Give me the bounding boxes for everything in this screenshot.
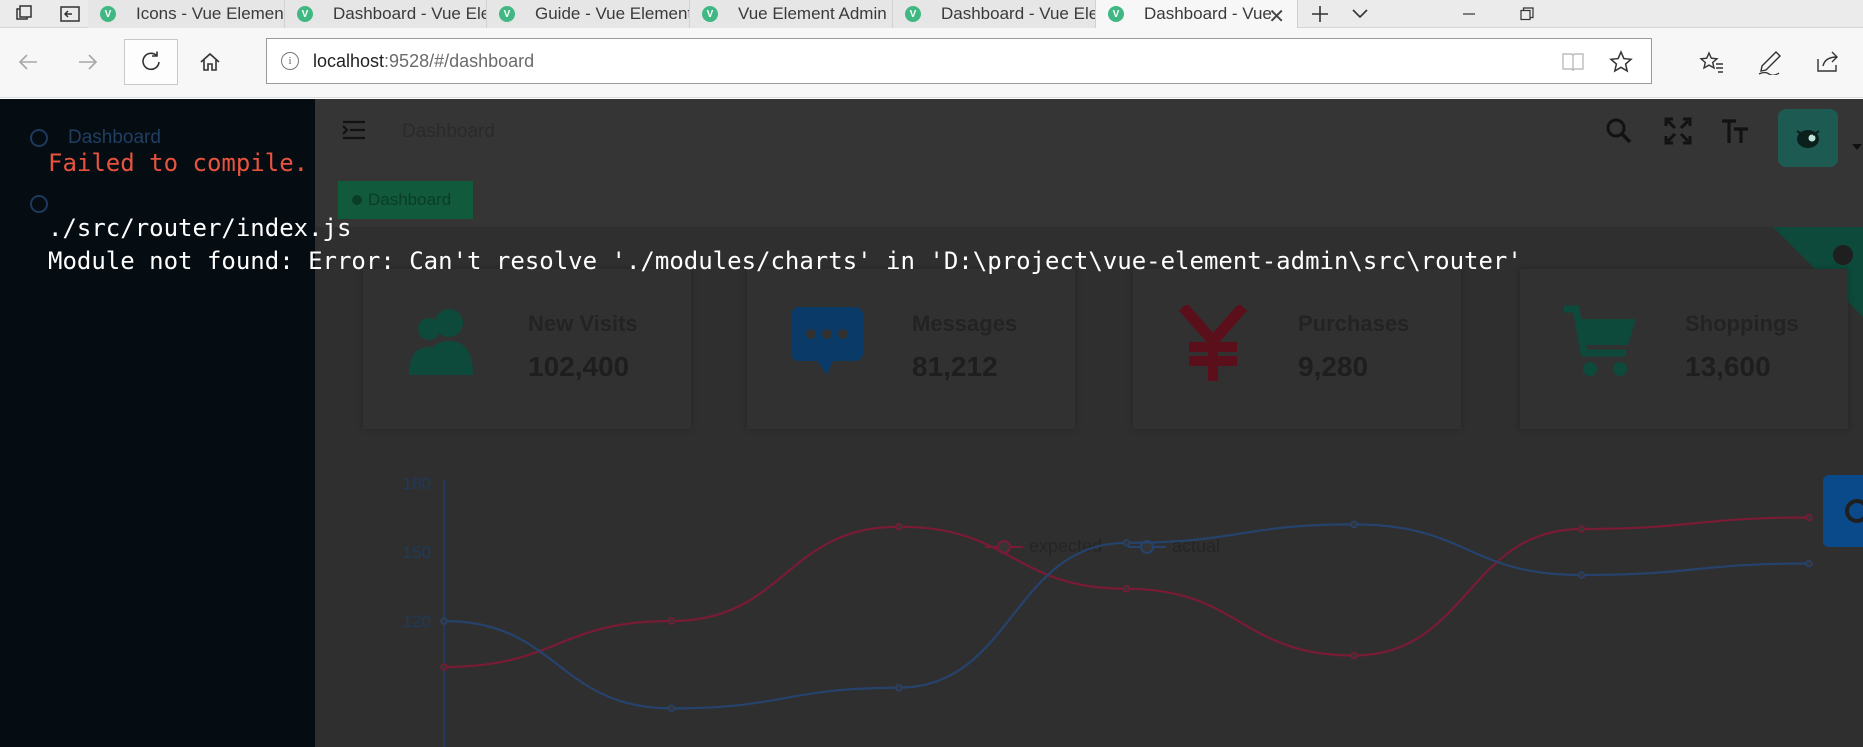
- data-point-actual: [1122, 539, 1131, 547]
- data-point-actual: [440, 617, 448, 625]
- data-point-expected: [667, 617, 676, 625]
- data-point-actual: [667, 704, 676, 713]
- address-bar-row: i localhost:9528/#/dashboard: [0, 28, 1863, 98]
- vue-logo-icon: V: [702, 6, 718, 22]
- data-point-expected: [1805, 513, 1813, 522]
- line-chart: 180 150 120: [403, 474, 1813, 747]
- data-point-expected: [1350, 651, 1358, 660]
- reading-view-icon[interactable]: [1561, 51, 1585, 78]
- y-tick-label: 120: [403, 612, 431, 631]
- data-point-actual: [1805, 559, 1813, 568]
- data-point-actual: [1577, 571, 1586, 579]
- home-icon[interactable]: [188, 42, 232, 82]
- vue-logo-icon: V: [499, 6, 515, 22]
- browser-tab-active[interactable]: V Dashboard - Vue ✕: [1096, 0, 1298, 28]
- minimize-icon[interactable]: [1440, 0, 1498, 28]
- data-point-actual: [1350, 520, 1358, 529]
- browser-tab-5[interactable]: V Dashboard - Vue Ele: [893, 0, 1096, 28]
- tab-title: Dashboard - Vue Ele: [333, 4, 486, 23]
- pen-notes-icon[interactable]: [1748, 42, 1792, 82]
- data-point-expected: [1122, 585, 1131, 593]
- tab-title: Vue Element Admin: [738, 4, 887, 23]
- url-text[interactable]: localhost:9528/#/dashboard: [313, 51, 534, 72]
- tab-title: Guide - Vue Element: [535, 4, 689, 23]
- vue-logo-icon: V: [905, 6, 921, 22]
- tab-title: Icons - Vue Element: [136, 4, 284, 23]
- url-host: localhost: [313, 50, 385, 71]
- tab-title: Dashboard - Vue: [1144, 4, 1272, 23]
- set-aside-tabs-icon[interactable]: [52, 0, 88, 28]
- vue-logo-icon: V: [297, 6, 313, 22]
- tab-strip: V Icons - Vue Element V Dashboard - Vue …: [0, 0, 1863, 28]
- new-tab-icon[interactable]: [1302, 0, 1338, 28]
- tab-list-chevron-icon[interactable]: [1342, 0, 1378, 28]
- favorite-star-icon[interactable]: [1609, 50, 1633, 79]
- close-tab-icon[interactable]: ✕: [1268, 4, 1285, 28]
- tab-title: Dashboard - Vue Ele: [941, 4, 1095, 23]
- vue-logo-icon: V: [1108, 6, 1124, 22]
- y-tick-label: 150: [403, 543, 431, 562]
- share-icon[interactable]: [1806, 42, 1850, 82]
- url-path: :9528/#/dashboard: [384, 50, 535, 71]
- data-point-expected: [895, 522, 903, 531]
- browser-tab-1[interactable]: V Icons - Vue Element: [88, 0, 285, 28]
- dashboard-page: Dashboard Dashboard Dashboard New Visits…: [0, 99, 1863, 747]
- browser-tab-3[interactable]: V Guide - Vue Element: [487, 0, 690, 28]
- browser-tab-2[interactable]: V Dashboard - Vue Ele: [285, 0, 487, 28]
- restore-icon[interactable]: [1498, 0, 1556, 28]
- y-tick-label: 180: [403, 474, 431, 493]
- data-point-actual: [895, 683, 903, 692]
- data-point-expected: [440, 663, 448, 671]
- data-point-expected: [1577, 525, 1586, 533]
- address-bar[interactable]: i localhost:9528/#/dashboard: [266, 38, 1652, 84]
- vue-logo-icon: V: [100, 6, 116, 22]
- series-line-actual: [443, 523, 1810, 710]
- refresh-icon[interactable]: [124, 39, 178, 85]
- tab-preview-icon[interactable]: [6, 0, 42, 28]
- back-arrow-icon[interactable]: [6, 42, 50, 82]
- forward-arrow-icon[interactable]: [66, 42, 110, 82]
- browser-tab-4[interactable]: V Vue Element Admin: [690, 0, 893, 28]
- site-info-icon[interactable]: i: [281, 52, 299, 70]
- favorites-hub-icon[interactable]: [1690, 42, 1734, 82]
